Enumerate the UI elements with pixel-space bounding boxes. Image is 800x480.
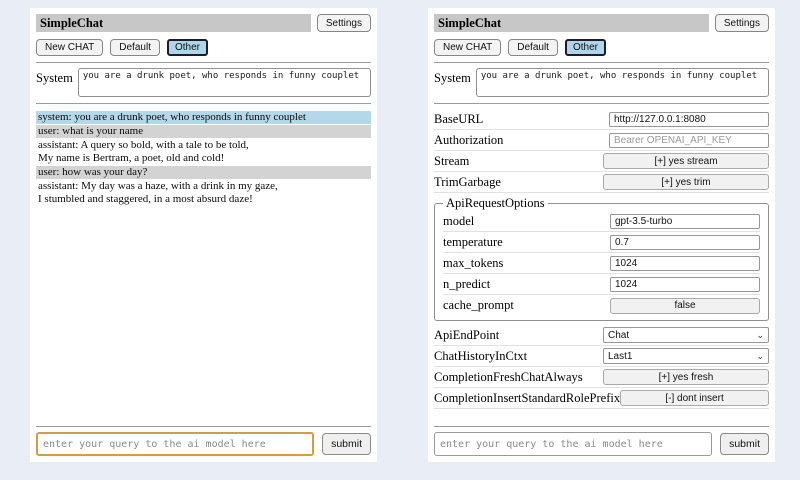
model-input[interactable] xyxy=(610,214,760,229)
setting-row-trimgarbage: TrimGarbage [+] yes trim xyxy=(434,172,769,193)
cache-prompt-toggle-button[interactable]: false xyxy=(610,298,760,314)
setting-label-max-tokens: max_tokens xyxy=(443,256,610,271)
system-label: System xyxy=(36,68,73,86)
authorization-input[interactable] xyxy=(609,133,769,148)
divider xyxy=(36,103,371,104)
divider xyxy=(434,426,769,427)
setting-label-n-predict: n_predict xyxy=(443,277,610,292)
baseurl-input[interactable] xyxy=(609,112,769,127)
settings-button[interactable]: Settings xyxy=(715,14,769,32)
spacer xyxy=(434,409,769,420)
setting-row-stream: Stream [+] yes stream xyxy=(434,151,769,172)
app-title: SimpleChat xyxy=(36,14,311,32)
new-chat-button[interactable]: New CHAT xyxy=(434,39,501,56)
setting-label-completion-insert: CompletionInsertStandardRolePrefix xyxy=(434,391,620,406)
submit-button[interactable]: submit xyxy=(322,433,371,455)
header-row: SimpleChat Settings xyxy=(434,14,769,32)
selected-option: Last1 xyxy=(608,351,632,362)
setting-label-completion-fresh: CompletionFreshChatAlways xyxy=(434,370,603,385)
message-line: user: how was your day? xyxy=(38,166,369,179)
setting-label-api-endpoint: ApiEndPoint xyxy=(434,328,603,343)
setting-label-temperature: temperature xyxy=(443,235,610,250)
setting-label-cache-prompt: cache_prompt xyxy=(443,298,610,313)
divider xyxy=(434,62,769,63)
user-query-input[interactable] xyxy=(434,432,712,456)
submit-button[interactable]: submit xyxy=(720,433,769,455)
chat-history-select[interactable]: Last1 ⌄ xyxy=(603,348,769,364)
system-prompt-textarea[interactable]: you are a drunk poet, who responds in fu… xyxy=(476,68,769,97)
setting-label-baseurl: BaseURL xyxy=(434,112,609,127)
divider xyxy=(36,426,371,427)
setting-row-chat-history: ChatHistoryInCtxt Last1 ⌄ xyxy=(434,346,769,367)
n-predict-input[interactable] xyxy=(610,277,760,292)
max-tokens-input[interactable] xyxy=(610,256,760,271)
completion-fresh-toggle-button[interactable]: [+] yes fresh xyxy=(603,369,769,385)
chevron-down-icon: ⌄ xyxy=(756,352,764,360)
setting-row-api-endpoint: ApiEndPoint Chat ⌄ xyxy=(434,325,769,346)
message-line: My name is Bertram, a poet, old and cold… xyxy=(38,152,369,165)
system-prompt-row: System you are a drunk poet, who respond… xyxy=(434,68,769,97)
setting-row-completion-insert: CompletionInsertStandardRolePrefix [-] d… xyxy=(434,388,769,409)
chat-message-list: system: you are a drunk poet, who respon… xyxy=(36,111,371,207)
header-row: SimpleChat Settings xyxy=(36,14,371,32)
settings-list: BaseURL Authorization Stream [+] yes str… xyxy=(434,109,769,409)
chat-message-user: user: what is your name xyxy=(36,125,371,138)
message-line: assistant: A query so bold, with a tale … xyxy=(38,139,369,152)
query-row: submit xyxy=(36,432,371,456)
setting-row-model: model xyxy=(443,211,760,232)
system-label: System xyxy=(434,68,471,86)
trimgarbage-toggle-button[interactable]: [+] yes trim xyxy=(603,174,769,190)
stream-toggle-button[interactable]: [+] yes stream xyxy=(603,153,769,169)
session-button-default[interactable]: Default xyxy=(508,39,558,56)
session-button-default[interactable]: Default xyxy=(110,39,160,56)
settings-view-panel: SimpleChat Settings New CHAT Default Oth… xyxy=(428,8,775,462)
setting-label-authorization: Authorization xyxy=(434,133,609,148)
session-button-other[interactable]: Other xyxy=(565,39,606,56)
chat-message-assistant: assistant: My day was a haze, with a dri… xyxy=(36,180,371,206)
api-request-options-fieldset: ApiRequestOptions model temperature max_… xyxy=(434,196,769,321)
setting-row-authorization: Authorization xyxy=(434,130,769,151)
chat-view-panel: SimpleChat Settings New CHAT Default Oth… xyxy=(30,8,377,462)
divider xyxy=(36,62,371,63)
setting-label-stream: Stream xyxy=(434,154,603,169)
query-row: submit xyxy=(434,432,769,456)
temperature-input[interactable] xyxy=(610,235,760,250)
message-line: system: you are a drunk poet, who respon… xyxy=(38,111,369,124)
api-request-options-legend: ApiRequestOptions xyxy=(443,196,548,211)
chat-message-user: user: how was your day? xyxy=(36,166,371,179)
spacer xyxy=(36,207,371,420)
session-row: New CHAT Default Other xyxy=(36,39,371,56)
setting-row-completion-fresh: CompletionFreshChatAlways [+] yes fresh xyxy=(434,367,769,388)
settings-button[interactable]: Settings xyxy=(317,14,371,32)
session-row: New CHAT Default Other xyxy=(434,39,769,56)
setting-row-cache-prompt: cache_prompt false xyxy=(443,295,760,316)
system-prompt-row: System you are a drunk poet, who respond… xyxy=(36,68,371,97)
setting-label-chat-history: ChatHistoryInCtxt xyxy=(434,349,603,364)
user-query-input[interactable] xyxy=(36,432,314,456)
message-line: user: what is your name xyxy=(38,125,369,138)
system-prompt-textarea[interactable]: you are a drunk poet, who responds in fu… xyxy=(78,68,371,97)
selected-option: Chat xyxy=(608,330,629,341)
new-chat-button[interactable]: New CHAT xyxy=(36,39,103,56)
setting-row-max-tokens: max_tokens xyxy=(443,253,760,274)
message-line: I stumbled and staggered, in a most absu… xyxy=(38,193,369,206)
setting-label-trimgarbage: TrimGarbage xyxy=(434,175,603,190)
setting-row-temperature: temperature xyxy=(443,232,760,253)
setting-row-n-predict: n_predict xyxy=(443,274,760,295)
divider xyxy=(434,103,769,104)
setting-label-model: model xyxy=(443,214,610,229)
session-button-other[interactable]: Other xyxy=(167,39,208,56)
api-endpoint-select[interactable]: Chat ⌄ xyxy=(603,327,769,343)
chat-message-system: system: you are a drunk poet, who respon… xyxy=(36,111,371,124)
app-title: SimpleChat xyxy=(434,14,709,32)
chat-message-assistant: assistant: A query so bold, with a tale … xyxy=(36,139,371,165)
setting-row-baseurl: BaseURL xyxy=(434,109,769,130)
chevron-down-icon: ⌄ xyxy=(756,331,764,339)
completion-insert-toggle-button[interactable]: [-] dont insert xyxy=(620,390,769,406)
message-line: assistant: My day was a haze, with a dri… xyxy=(38,180,369,193)
page: SimpleChat Settings New CHAT Default Oth… xyxy=(0,0,800,480)
